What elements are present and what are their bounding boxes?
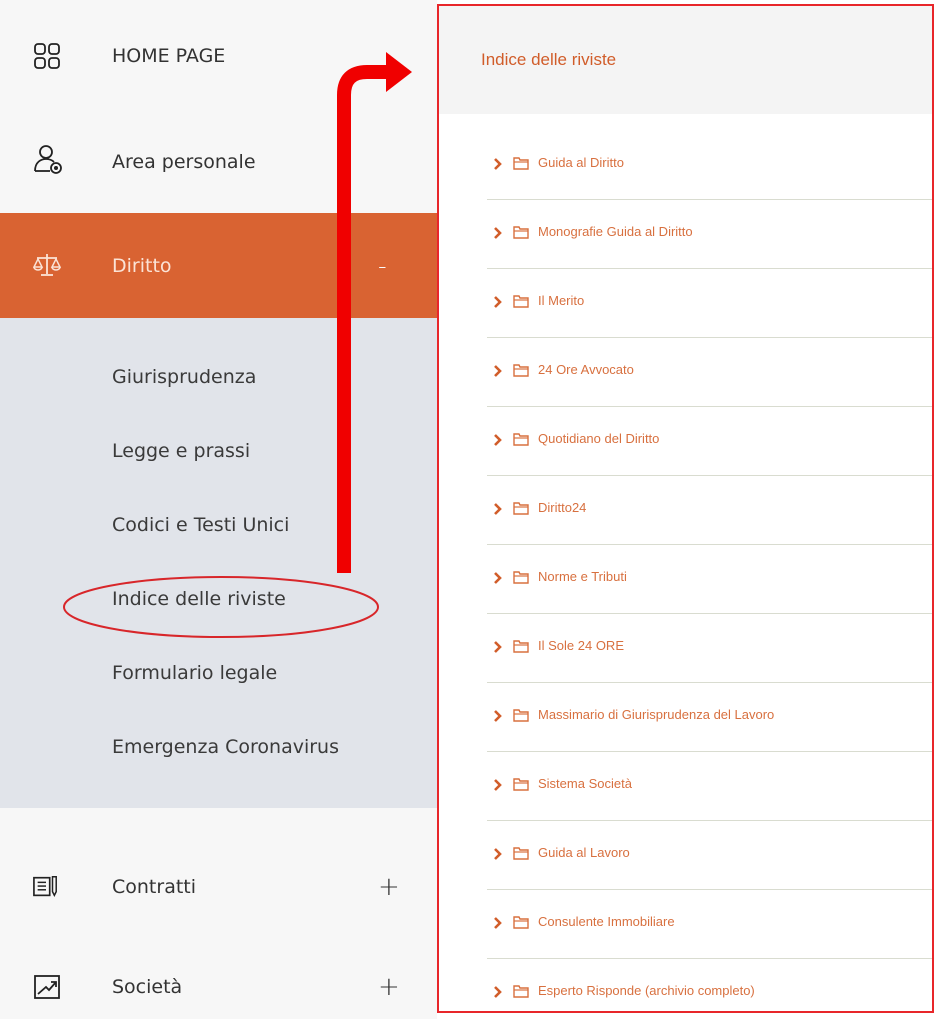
sidebar-item-contratti[interactable]: Contratti + [0, 852, 437, 922]
list-item-label: Sistema Società [538, 776, 632, 791]
list-item-label: 24 Ore Avvocato [538, 362, 634, 377]
folder-icon [513, 502, 529, 515]
folder-icon [513, 571, 529, 584]
submenu-item-formulario[interactable]: Formulario legale [112, 662, 277, 684]
folder-icon [513, 295, 529, 308]
chevron-right-icon [494, 158, 502, 170]
list-item[interactable]: Esperto Risponde (archivio completo) [487, 958, 932, 1011]
submenu-item-indice-riviste[interactable]: Indice delle riviste [112, 588, 286, 610]
chevron-right-icon [494, 641, 502, 653]
chevron-right-icon [494, 848, 502, 860]
expand-toggle[interactable]: + [378, 872, 400, 902]
folder-icon [513, 433, 529, 446]
list-item[interactable]: Il Sole 24 ORE [487, 613, 932, 683]
list-item[interactable]: Il Merito [487, 268, 932, 338]
list-item[interactable]: 24 Ore Avvocato [487, 337, 932, 407]
sidebar-item-area-personale[interactable]: Area personale [0, 126, 437, 198]
list-item-label: Diritto24 [538, 500, 587, 515]
submenu-diritto: Giurisprudenza Legge e prassi Codici e T… [0, 318, 437, 808]
document-pen-icon [33, 876, 57, 898]
sidebar-item-label: HOME PAGE [112, 45, 226, 67]
scales-icon [33, 254, 61, 276]
sidebar-item-label: Diritto [112, 254, 172, 277]
folder-icon [513, 847, 529, 860]
list-item[interactable]: Guida al Lavoro [487, 820, 932, 890]
list-item-label: Quotidiano del Diritto [538, 431, 660, 446]
sidebar-item-diritto[interactable]: Diritto - [0, 213, 437, 318]
list-item[interactable]: Monografie Guida al Diritto [487, 199, 932, 269]
chevron-right-icon [494, 572, 502, 584]
chevron-right-icon [494, 503, 502, 515]
chevron-right-icon [494, 365, 502, 377]
chevron-right-icon [494, 710, 502, 722]
collapse-toggle[interactable]: - [378, 252, 387, 280]
grid-icon [34, 43, 60, 69]
list-item-label: Massimario di Giurisprudenza del Lavoro [538, 707, 775, 722]
list-item-label: Monografie Guida al Diritto [538, 224, 693, 239]
list-item[interactable]: Norme e Tributi [487, 544, 932, 614]
chevron-right-icon [494, 296, 502, 308]
expand-toggle[interactable]: + [378, 972, 400, 1002]
folder-icon [513, 778, 529, 791]
list-item[interactable]: Consulente Immobiliare [487, 889, 932, 959]
page-title: Indice delle riviste [481, 50, 617, 69]
list-item[interactable]: Guida al Diritto [487, 130, 932, 200]
list-item-label: Esperto Risponde (archivio completo) [538, 983, 755, 998]
folder-icon [513, 640, 529, 653]
list-item[interactable]: Sistema Società [487, 751, 932, 821]
submenu-item-giurisprudenza[interactable]: Giurisprudenza [112, 366, 256, 388]
chevron-right-icon [494, 434, 502, 446]
list-item[interactable]: Massimario di Giurisprudenza del Lavoro [487, 682, 932, 752]
chevron-right-icon [494, 779, 502, 791]
folder-icon [513, 709, 529, 722]
sidebar-item-societa[interactable]: Società + [0, 955, 437, 1019]
list-item[interactable]: Quotidiano del Diritto [487, 406, 932, 476]
sidebar-item-label: Contratti [112, 876, 197, 898]
sidebar-item-label: Società [112, 976, 183, 998]
submenu-item-coronavirus[interactable]: Emergenza Coronavirus [112, 736, 339, 758]
user-icon [34, 145, 62, 174]
folder-icon [513, 916, 529, 929]
chevron-right-icon [494, 917, 502, 929]
list-item-label: Guida al Diritto [538, 155, 624, 170]
sidebar: HOME PAGE Area personale Diritto - Giuri… [0, 0, 437, 1019]
folder-icon [513, 226, 529, 239]
panel-header: Indice delle riviste [439, 6, 932, 114]
chevron-right-icon [494, 986, 502, 998]
submenu-item-legge-e-prassi[interactable]: Legge e prassi [112, 440, 250, 462]
riviste-panel: Indice delle riviste Guida al Diritto Mon… [437, 4, 934, 1013]
trend-chart-icon [34, 975, 60, 999]
list-item-label: Il Sole 24 ORE [538, 638, 624, 653]
list-item-label: Guida al Lavoro [538, 845, 630, 860]
submenu-item-codici[interactable]: Codici e Testi Unici [112, 514, 289, 536]
list-item[interactable]: Diritto24 [487, 475, 932, 545]
list-item-label: Consulente Immobiliare [538, 914, 675, 929]
list-item-label: Norme e Tributi [538, 569, 627, 584]
sidebar-item-label: Area personale [112, 151, 256, 173]
folder-icon [513, 985, 529, 998]
folder-icon [513, 157, 529, 170]
list-item-label: Il Merito [538, 293, 585, 308]
chevron-right-icon [494, 227, 502, 239]
folder-icon [513, 364, 529, 377]
sidebar-item-home[interactable]: HOME PAGE [0, 20, 437, 92]
